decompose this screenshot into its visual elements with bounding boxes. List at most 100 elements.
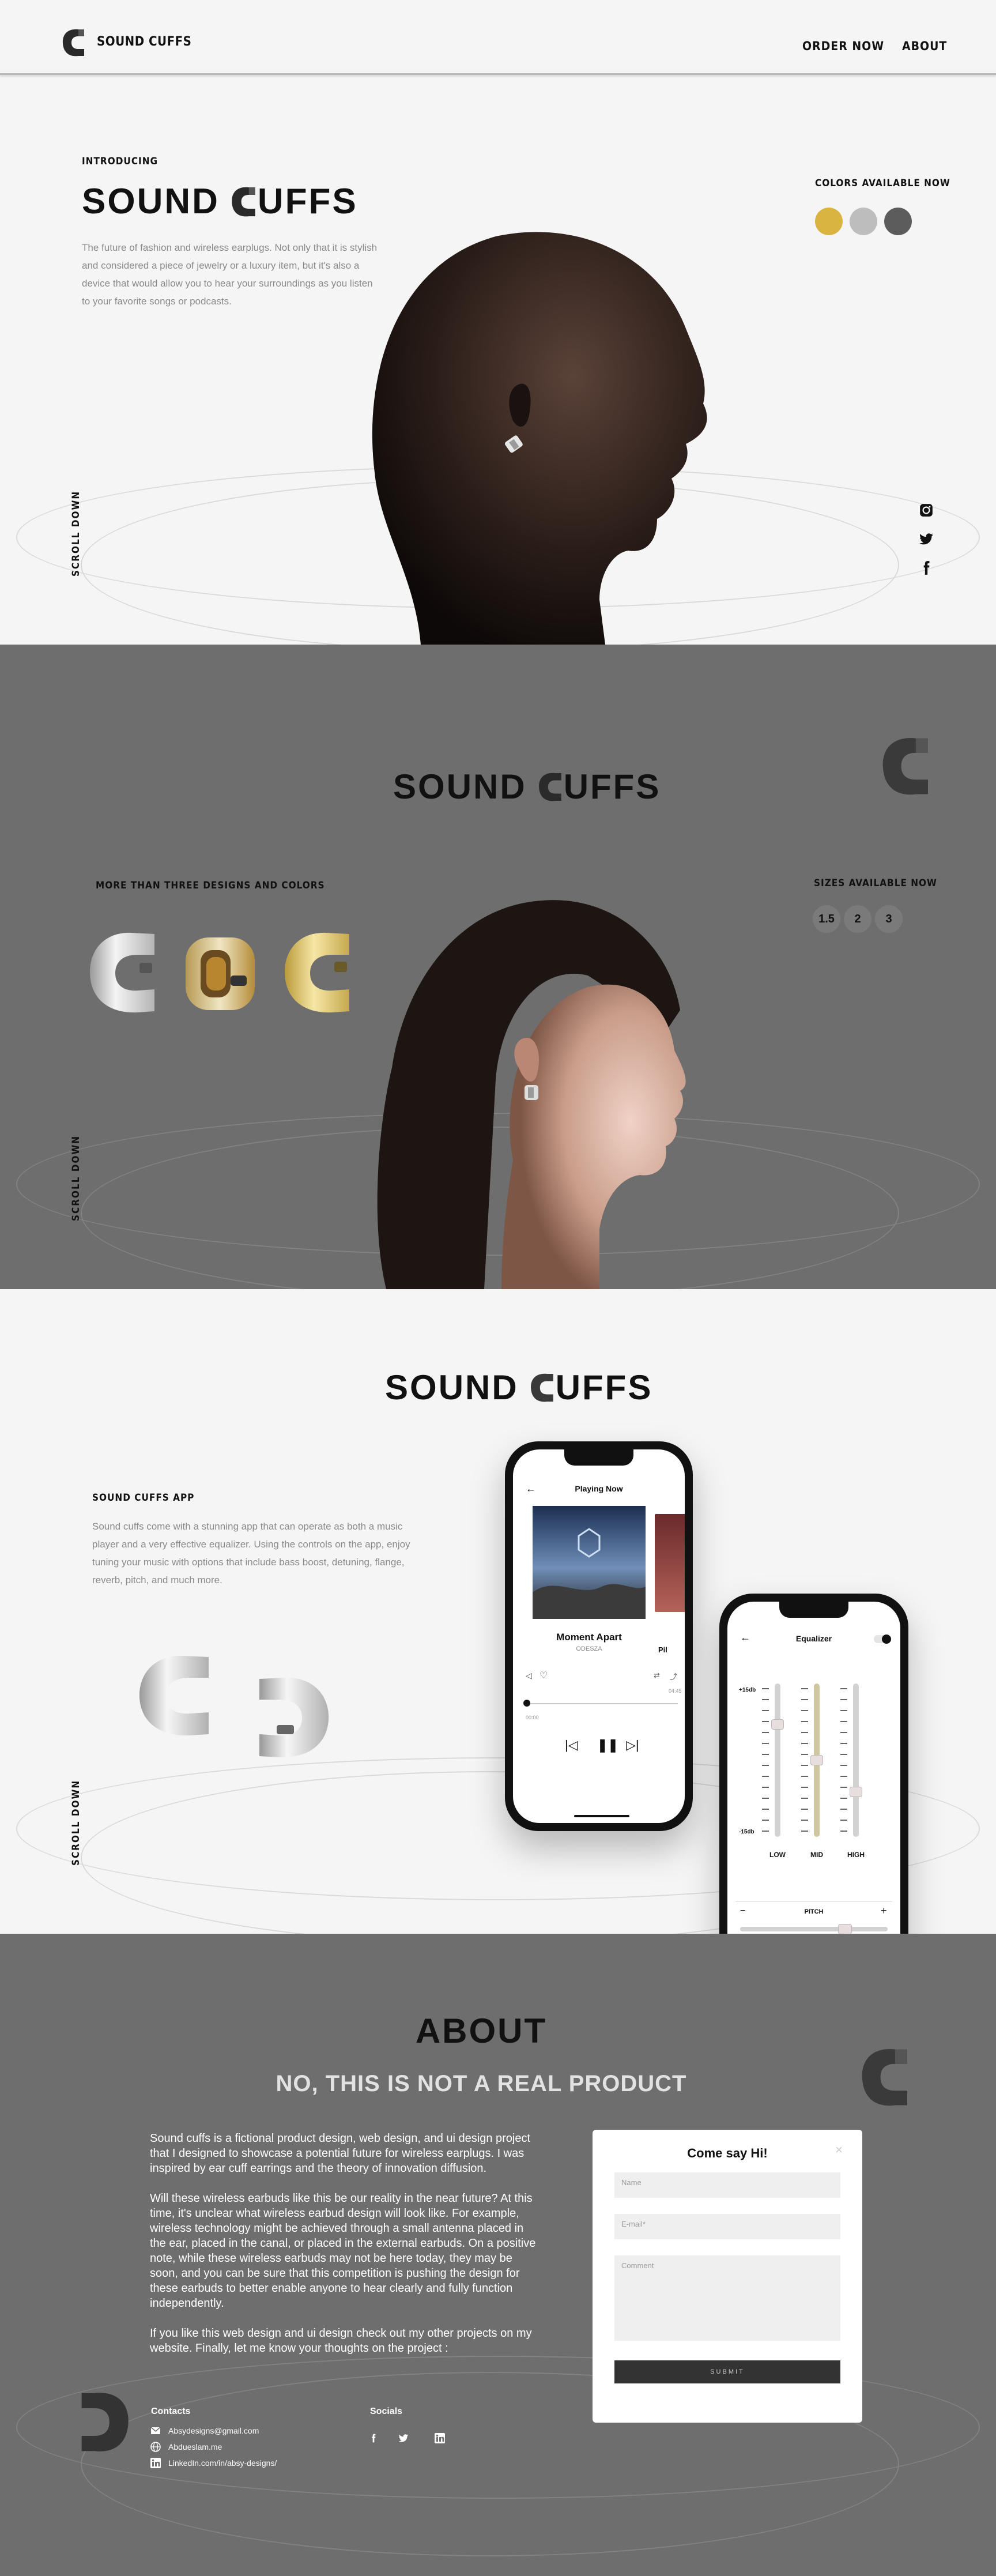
eq-slider-mid[interactable] (810, 1684, 823, 1837)
track-title: Moment Apart (556, 1632, 622, 1643)
db-top-label: +15db (739, 1687, 756, 1693)
eq-tick (801, 1776, 808, 1777)
eq-tick (801, 1721, 808, 1722)
submit-button[interactable]: SUBMIT (614, 2360, 840, 2383)
designs-label: MORE THAN THREE DESIGNS AND COLORS (96, 880, 325, 891)
contact-linkedin[interactable]: LinkedIn.com/in/absy-designs/ (150, 2457, 277, 2469)
eq-tick (762, 1776, 769, 1777)
sound-cuffs-logo-icon[interactable] (61, 27, 86, 58)
globe-icon (150, 2441, 161, 2453)
next-album-art-image[interactable] (655, 1514, 685, 1612)
floating-cuff-icon-left (81, 2393, 129, 2451)
eq-tick (840, 1798, 847, 1799)
heart-icon[interactable]: ♡ (540, 1670, 548, 1681)
eq-slider-high[interactable] (850, 1684, 862, 1837)
eq-knob-high[interactable] (850, 1787, 862, 1797)
eq-knob-low[interactable] (771, 1719, 784, 1730)
equalizer-phone-mockup: ← Equalizer +15db -15db LOW MID HIGH − P… (719, 1594, 908, 1934)
name-field[interactable]: Name (614, 2172, 840, 2198)
facebook-icon[interactable] (369, 2433, 378, 2443)
eq-tick (840, 1699, 847, 1700)
shuffle-icon[interactable]: ◁ (526, 1671, 532, 1681)
album-art-image[interactable] (533, 1506, 646, 1619)
share-icon[interactable]: ⤴ (670, 1671, 677, 1682)
hero-title-left: SOUND (82, 182, 220, 221)
hero-model-image (372, 232, 707, 645)
equalizer-screen: ← Equalizer +15db -15db LOW MID HIGH − P… (727, 1602, 900, 1934)
db-bottom-label: -15db (739, 1829, 754, 1835)
email-field[interactable]: E-mail* (614, 2214, 840, 2239)
close-icon[interactable]: × (835, 2142, 843, 2157)
eq-tick (801, 1710, 808, 1711)
eq-slider-low[interactable] (771, 1684, 784, 1837)
designs-title: SOUND UFFS (393, 767, 661, 807)
hero-section: INTRODUCING SOUND UFFS The future of fas… (0, 0, 996, 645)
eq-tick (840, 1743, 847, 1744)
facebook-icon[interactable] (919, 560, 934, 575)
next-track-icon[interactable]: ▷| (626, 1738, 639, 1753)
eq-band-high-label: HIGH (847, 1851, 865, 1859)
color-swatch-silver[interactable] (850, 208, 877, 235)
hero-eyebrow: INTRODUCING (82, 156, 159, 167)
track-artist: ODESZA (576, 1645, 602, 1652)
silver-cuff-image (139, 1655, 209, 1736)
gold-cuff-image (284, 932, 349, 1013)
contact-linkedin-text: LinkedIn.com/in/absy-designs/ (168, 2458, 277, 2468)
linkedin-icon[interactable] (435, 2433, 445, 2443)
scroll-down-label[interactable]: SCROLL DOWN (70, 491, 82, 577)
eq-tick (801, 1765, 808, 1766)
hero-description: The future of fashion and wireless earpl… (82, 242, 378, 307)
app-section: SOUND UFFS SOUND CUFFS APP Sound cuffs c… (0, 1289, 996, 1934)
player-screen: ← Playing Now Pil Moment Apart ODESZA ◁ … (513, 1449, 685, 1823)
pitch-slider[interactable] (740, 1924, 888, 1934)
equalizer-toggle[interactable] (874, 1635, 891, 1644)
eq-tick (840, 1765, 847, 1766)
contact-website[interactable]: Abdueslam.me (150, 2441, 222, 2453)
nav-order-now[interactable]: ORDER NOW (802, 39, 884, 53)
eq-tick (762, 1831, 769, 1832)
eq-tick (762, 1710, 769, 1711)
twitter-icon[interactable] (398, 2433, 409, 2443)
contact-email[interactable]: Absydesigns@gmail.com (150, 2425, 259, 2436)
repeat-icon[interactable]: ⇄ (654, 1671, 660, 1680)
cuff-c-icon (232, 187, 255, 216)
eq-tick (762, 1809, 769, 1810)
color-swatch-gold[interactable] (815, 208, 843, 235)
phone-notch (564, 1449, 633, 1466)
about-body: Sound cuffs is a fictional product desig… (150, 2131, 542, 2371)
pitch-plus-button[interactable]: + (881, 1905, 887, 1917)
socials-label: Socials (370, 2406, 403, 2416)
size-option-1-5[interactable]: 1.5 (813, 905, 840, 933)
progress-knob[interactable] (523, 1700, 530, 1707)
time-start: 00:00 (526, 1715, 539, 1720)
scroll-down-label[interactable]: SCROLL DOWN (70, 1780, 82, 1866)
eq-tick (801, 1743, 808, 1744)
size-option-2[interactable]: 2 (844, 905, 871, 933)
twitter-icon[interactable] (919, 532, 934, 547)
size-option-3[interactable]: 3 (875, 905, 903, 933)
time-end: 04:45 (669, 1688, 682, 1694)
previous-track-icon[interactable]: |◁ (565, 1738, 578, 1753)
pitch-knob[interactable] (838, 1924, 852, 1934)
eq-tick (840, 1754, 847, 1755)
scroll-down-label[interactable]: SCROLL DOWN (70, 1135, 82, 1221)
instagram-icon[interactable] (919, 503, 934, 518)
nav-about[interactable]: ABOUT (902, 39, 947, 53)
color-swatch-graphite[interactable] (884, 208, 912, 235)
player-phone-mockup: ← Playing Now Pil Moment Apart ODESZA ◁ … (505, 1441, 693, 1831)
progress-bar[interactable] (526, 1703, 678, 1704)
designs-section: SOUND UFFS MORE THAN THREE DESIGNS AND C… (0, 645, 996, 1289)
linkedin-icon (150, 2457, 161, 2469)
home-indicator (574, 1815, 629, 1817)
eq-tick (840, 1809, 847, 1810)
hero-title-right: UFFS (257, 182, 358, 221)
about-title: ABOUT (415, 2012, 548, 2050)
brand-name[interactable]: SOUND CUFFS (97, 35, 191, 49)
pause-icon[interactable]: ❚❚ (597, 1738, 618, 1753)
pitch-label: PITCH (804, 1908, 824, 1915)
comment-field[interactable]: Comment (614, 2255, 840, 2341)
eq-tick (840, 1820, 847, 1821)
eq-knob-mid[interactable] (810, 1755, 823, 1765)
eq-tick (840, 1787, 847, 1788)
floating-cuff-icon (882, 737, 928, 795)
